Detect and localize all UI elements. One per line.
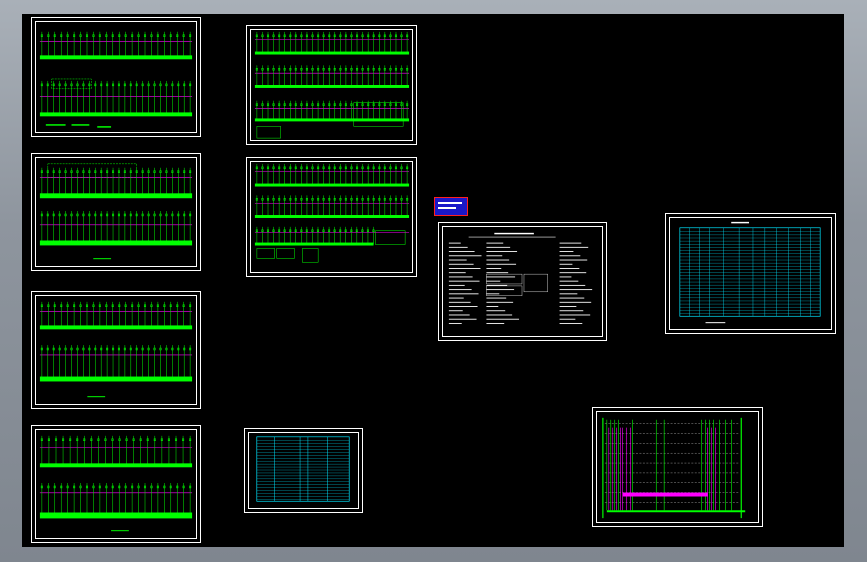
sheet-riser[interactable] <box>592 407 763 527</box>
schedule-table-drawing <box>679 221 821 324</box>
riser-diagram-drawing <box>602 417 746 519</box>
schedule-table-drawing <box>256 436 350 502</box>
cad-application-frame <box>0 0 867 562</box>
sld-drawing <box>39 435 193 532</box>
sheet-sld-5[interactable] <box>246 25 417 145</box>
sld-drawing <box>254 163 410 263</box>
sheet-sld-1[interactable] <box>31 17 201 137</box>
sld-drawing <box>254 31 410 139</box>
sld-drawing <box>39 163 193 260</box>
legend-swatch-icon <box>434 197 468 216</box>
sld-drawing <box>39 301 193 398</box>
sheet-sld-2[interactable] <box>31 153 201 271</box>
sheet-table-2[interactable] <box>665 213 836 334</box>
sheet-table-1[interactable] <box>244 428 363 513</box>
sheet-sld-3[interactable] <box>31 291 201 409</box>
sld-drawing <box>39 31 193 128</box>
sheet-notes[interactable] <box>438 222 607 341</box>
design-notes-drawing <box>448 232 593 324</box>
sheet-sld-6[interactable] <box>246 157 417 277</box>
model-space-canvas[interactable] <box>22 14 844 547</box>
sheet-sld-4[interactable] <box>31 425 201 543</box>
